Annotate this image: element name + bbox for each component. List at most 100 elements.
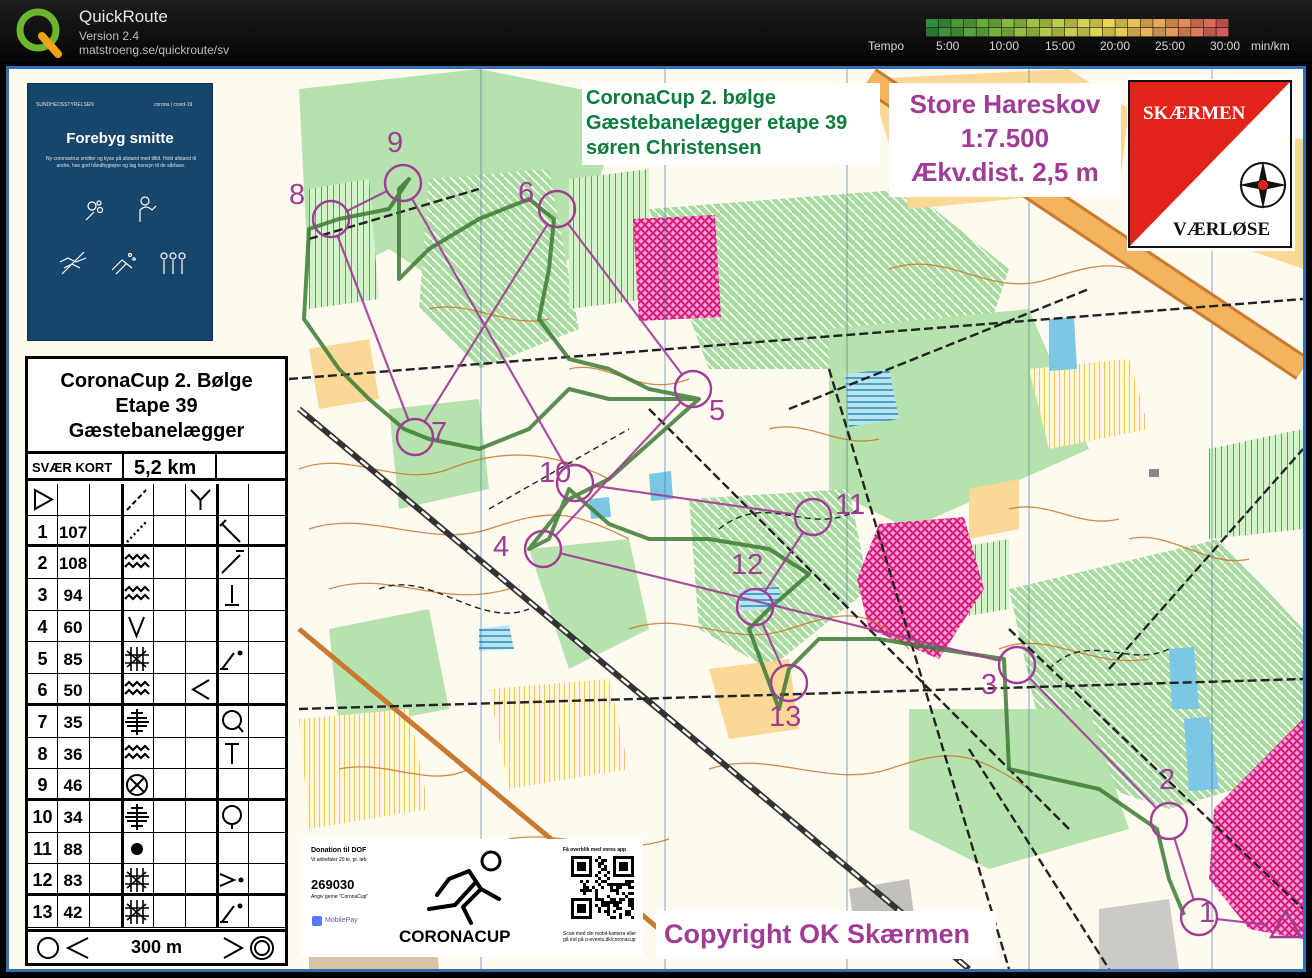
cd-control-code: 42	[63, 903, 83, 923]
control-number: 1	[1199, 897, 1216, 929]
cd-control-row: 4 60	[28, 611, 285, 643]
tempo-color-scale[interactable]	[926, 19, 1229, 37]
tempo-swatch	[1027, 19, 1040, 28]
tempo-tick: 25:00	[1155, 39, 1186, 53]
cd-control-number: 10	[32, 807, 53, 827]
cd-length: 5,2 km	[134, 457, 197, 479]
tempo-swatch	[1178, 19, 1191, 28]
control-number: 6	[518, 177, 535, 209]
app-url[interactable]: matstroeng.se/quickroute/sv	[79, 43, 229, 57]
tempo-tick: 10:00	[989, 39, 1020, 53]
coronacup-brand: CORONACUP	[399, 927, 511, 946]
arrow-dot-icon	[216, 864, 247, 895]
event-line: søren Christensen	[586, 137, 762, 159]
cd-title-line: CoronaCup 2. Bølge	[60, 370, 253, 392]
thicket-icon	[121, 738, 152, 769]
disinfect-icon	[108, 248, 138, 278]
cd-control-code: 85	[63, 649, 83, 669]
control-number: 3	[981, 669, 998, 701]
orienteering-map[interactable]: 1 2 3 4 5 6 7 8 9 10 11 12 13 SUNDHEDSST…	[9, 69, 1303, 969]
marsh-icon	[121, 643, 152, 674]
cd-control-row: 1 107	[28, 516, 285, 548]
hand-wash-icon	[80, 194, 110, 224]
angle-icon	[185, 674, 216, 705]
tempo-swatch	[1027, 28, 1040, 37]
poster-title: Forebyg smitte	[66, 130, 174, 147]
tempo-swatch	[1178, 28, 1191, 37]
cd-control-code: 46	[63, 776, 83, 796]
cd-control-row: 5 85	[28, 643, 285, 675]
tempo-tick: 5:00	[936, 39, 960, 53]
cd-control-number: 12	[32, 870, 53, 891]
tempo-swatch	[1191, 19, 1204, 28]
cd-control-number: 11	[32, 838, 53, 859]
tempo-swatch	[963, 19, 976, 28]
title-bar: QuickRoute Version 2.4 matstroeng.se/qui…	[0, 0, 1312, 62]
tempo-swatch	[1090, 19, 1103, 28]
cd-control-row: 10 34	[28, 801, 285, 833]
tempo-tick: 15:00	[1045, 39, 1076, 53]
tempo-swatch	[938, 19, 951, 28]
club-logo: SKÆRMEN VÆRLØSE	[1127, 79, 1295, 251]
cd-title-line: Etape 39	[115, 395, 198, 417]
cd-control-code: 60	[63, 617, 83, 637]
path-symbol-icon	[126, 489, 147, 511]
cd-title: CoronaCup 2. Bølge Etape 39 Gæstebanelæg…	[28, 361, 285, 451]
cd-control-number: 7	[37, 711, 48, 732]
tempo-swatch	[1140, 28, 1153, 37]
cough-elbow-icon	[132, 194, 162, 224]
cd-control-number: 1	[37, 521, 48, 542]
event-line: Gæstebanelægger etape 39	[586, 112, 848, 134]
tempo-swatch	[1052, 28, 1065, 37]
finish-icon	[223, 936, 274, 960]
cd-control-number: 2	[37, 553, 48, 574]
covid-poster: SUNDHEDSSTYRELSEN corona | covid-19 Fore…	[27, 83, 213, 341]
cd-control-code: 50	[63, 681, 83, 701]
tempo-swatch	[963, 28, 976, 37]
tempo-ticks: 5:00 10:00 15:00 20:00 25:00 30:00 min/k…	[926, 39, 1296, 55]
control-number: 10	[539, 457, 572, 489]
event-line: CoronaCup 2. bølge	[586, 87, 776, 109]
vegetation-boundary-icon	[121, 516, 152, 547]
dot-icon	[121, 833, 152, 864]
tempo-swatch	[1039, 28, 1052, 37]
mobilepay-label: MobilePay	[325, 917, 358, 924]
control-number: 8	[289, 179, 306, 211]
tempo-swatch	[1128, 28, 1141, 37]
foot-icon	[216, 579, 247, 610]
cd-control-number: 3	[37, 585, 48, 606]
re-entrant-icon	[121, 611, 152, 642]
tempo-swatch	[1064, 28, 1077, 37]
tempo-swatch	[1077, 28, 1090, 37]
corner-sw-icon	[216, 547, 247, 578]
tempo-swatch	[1128, 19, 1141, 28]
q-circle-bottom-icon	[216, 801, 247, 832]
cd-control-row: 2 108	[28, 547, 285, 580]
tempo-swatch	[1191, 28, 1204, 37]
mobilepay-icon	[312, 916, 322, 926]
control-number: 7	[431, 417, 448, 449]
club-name-top: SKÆRMEN	[1143, 103, 1246, 124]
tempo-swatch	[1052, 19, 1065, 28]
marsh-icon	[121, 896, 152, 927]
contour-interval: Ækv.dist. 2,5 m	[911, 157, 1099, 187]
map-area-box: Store Hareskov 1:7.500 Ækv.dist. 2,5 m	[889, 83, 1121, 197]
cd-control-row: 12 83	[28, 864, 285, 897]
control-number: 11	[835, 489, 866, 521]
tempo-swatch	[951, 28, 964, 37]
tempo-swatch	[1102, 19, 1115, 28]
tempo-swatch	[1115, 28, 1128, 37]
cd-control-code: 108	[58, 554, 88, 574]
control-number: 13	[769, 701, 802, 733]
qr-code-icon[interactable]	[571, 856, 635, 922]
cd-control-code: 88	[63, 839, 83, 859]
tempo-swatch	[1064, 19, 1077, 28]
poster-tag: corona | covid-19	[154, 102, 193, 108]
cd-control-number: 4	[37, 616, 48, 637]
tempo-swatch	[989, 28, 1002, 37]
cd-header-row: SVÆR KORT 5,2 km	[28, 451, 285, 481]
tempo-swatch	[1216, 19, 1229, 28]
tempo-swatch	[976, 19, 989, 28]
event-info-box: CoronaCup 2. bølge Gæstebanelægger etape…	[582, 83, 880, 165]
donation-box: Donation til DOF Vi anbefaler 20 kr. pr.…	[301, 839, 643, 957]
